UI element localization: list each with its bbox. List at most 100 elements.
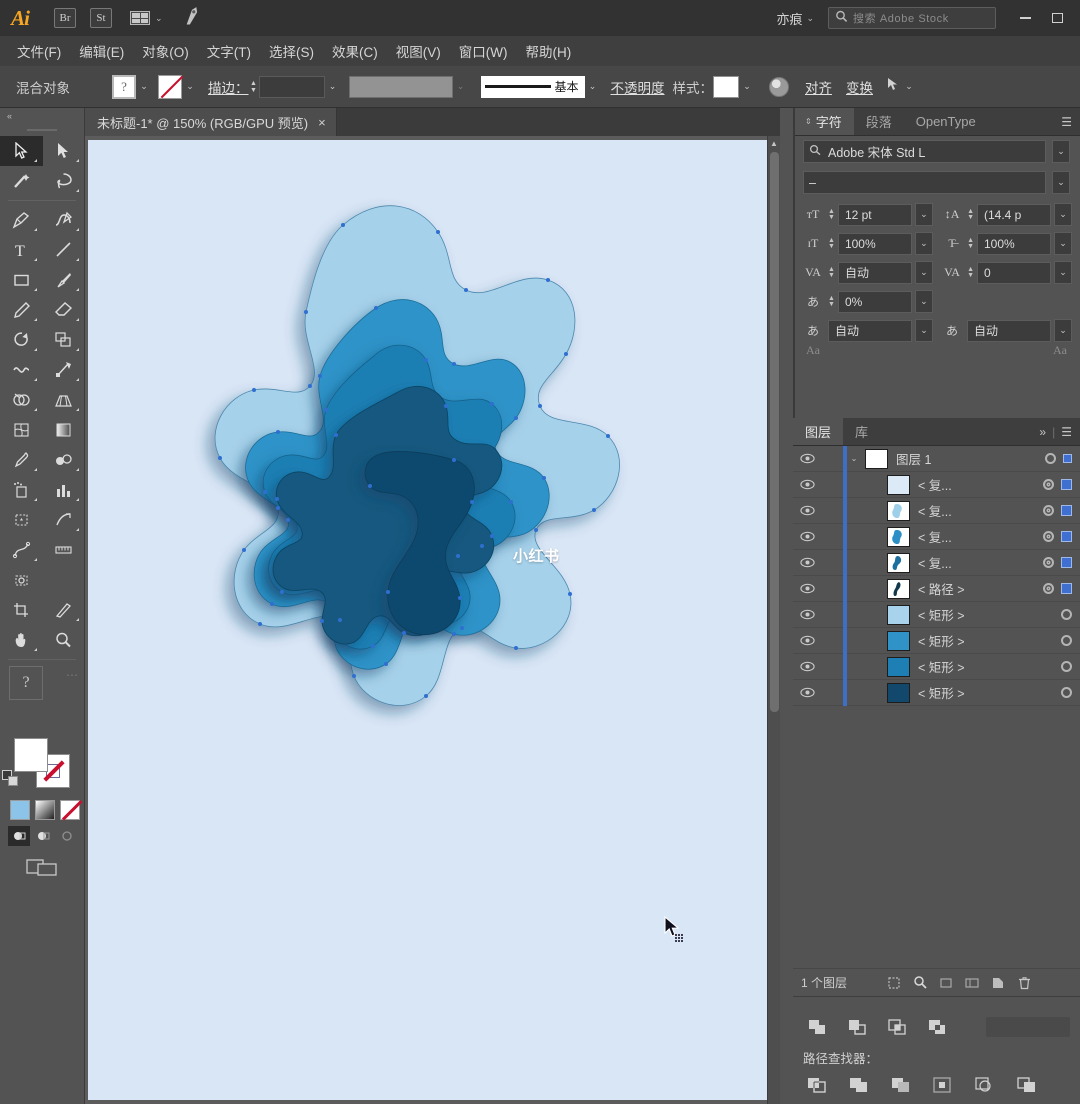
draw-behind-icon[interactable] (32, 826, 54, 846)
layer-row-8[interactable]: < 矩形 > (793, 653, 1080, 680)
mojikumi-field[interactable]: あ 自动 ⌄ (801, 319, 933, 342)
crop-image-tool[interactable] (0, 595, 43, 625)
font-size-value[interactable]: 12 pt (837, 203, 912, 226)
layer-row-0[interactable]: ⌄ 图层 1 (793, 446, 1080, 472)
align-button[interactable]: 对齐 (805, 77, 832, 97)
target-indicator[interactable] (1045, 453, 1056, 464)
visibility-eye-icon[interactable] (793, 557, 821, 568)
toolbar-grip[interactable] (0, 124, 84, 136)
column-graph-tool[interactable] (43, 475, 86, 505)
style-chevron-down-icon[interactable]: ⌄ (739, 76, 755, 98)
font-size-stepper[interactable]: ▲ ▼ (828, 208, 835, 221)
kerning-field[interactable]: VA ▲ ▼ 自动 ⌄ (801, 261, 933, 284)
perspective-grid-tool[interactable] (43, 385, 86, 415)
stock-button[interactable]: St (90, 8, 112, 28)
hand-tool[interactable] (0, 625, 43, 655)
font-style-chevron-down-icon[interactable]: ⌄ (1052, 171, 1070, 194)
kinsoku-chevron-down-icon[interactable]: ⌄ (1054, 319, 1072, 342)
character-panel-menu-icon[interactable]: ☰ (1061, 115, 1072, 129)
target-indicator[interactable] (1043, 505, 1054, 516)
cursor-options-icon[interactable] (885, 76, 901, 97)
layer-row-4[interactable]: < 复... (793, 549, 1080, 576)
crop-button[interactable] (929, 1073, 957, 1097)
layer-rows[interactable]: ⌄ 图层 1 < 复... < 复... < 复... < 复... < 路径 … (793, 446, 1080, 951)
layer-row-1[interactable]: < 复... (793, 471, 1080, 498)
pencil-tool[interactable] (0, 295, 43, 325)
horizontal-scale-value[interactable]: 100% (977, 232, 1051, 255)
variable-width-profile-select[interactable] (348, 75, 453, 98)
layer-name[interactable]: < 矩形 > (918, 657, 965, 676)
kerning-value[interactable]: 自动 (837, 261, 912, 284)
outline-button[interactable] (971, 1073, 999, 1097)
tsume-field[interactable]: あ ▲ ▼ 0% ⌄ (801, 290, 933, 313)
stock-rocket-icon[interactable] (179, 4, 206, 32)
tab-paragraph[interactable]: 段落 (854, 108, 904, 135)
expand-button[interactable] (986, 1017, 1070, 1037)
visibility-eye-icon[interactable] (793, 505, 821, 516)
target-indicator[interactable] (1043, 557, 1054, 568)
exclude-button[interactable] (923, 1015, 951, 1039)
layer-row-7[interactable]: < 矩形 > (793, 627, 1080, 654)
transform-button[interactable]: 变换 (846, 77, 873, 97)
visibility-eye-icon[interactable] (793, 609, 821, 620)
tab-character[interactable]: ⇕ 字符 (793, 108, 854, 135)
menu-type[interactable]: 文字(T) (198, 36, 260, 66)
kinsoku-field[interactable]: あ 自动 ⌄ (940, 319, 1072, 342)
shape-builder-tool[interactable] (0, 385, 43, 415)
vertical-scale-stepper[interactable]: ▲ ▼ (828, 237, 835, 250)
edit-toolbar-icon[interactable]: ⋯ (66, 668, 78, 682)
user-chevron-down-icon[interactable]: ⌄ (806, 13, 814, 24)
minimize-button[interactable] (1010, 5, 1040, 31)
intersect-button[interactable] (883, 1015, 911, 1039)
locate-object-icon[interactable] (907, 970, 933, 996)
layer-name[interactable]: < 复... (918, 527, 952, 546)
canvas-vertical-scrollbar[interactable]: ▲ (767, 136, 780, 1104)
target-indicator[interactable] (1061, 661, 1072, 672)
horizontal-scale-stepper[interactable]: ▲ ▼ (967, 237, 974, 250)
graphic-style-swatch[interactable] (713, 75, 739, 98)
stroke-weight-stepper[interactable]: ▲ ▼ (249, 76, 259, 98)
layer-name[interactable]: < 路径 > (918, 579, 965, 598)
make-sublayer-icon[interactable] (933, 970, 959, 996)
canvas-area[interactable]: 小红书 ▲ (85, 136, 780, 1104)
pen-tool[interactable] (0, 205, 43, 235)
none-swatch-button[interactable] (60, 800, 80, 820)
swap-fill-stroke-icon[interactable] (2, 770, 20, 788)
font-family-chevron-down-icon[interactable]: ⌄ (1052, 140, 1070, 163)
layer-row-9[interactable]: < 矩形 > (793, 679, 1080, 706)
layer-name[interactable]: < 矩形 > (918, 605, 965, 624)
profile-chevron-down-icon[interactable]: ⌄ (453, 76, 469, 98)
brush-definition-select[interactable]: 基本 (480, 75, 585, 98)
draw-inside-icon[interactable] (56, 826, 78, 846)
eraser-tool[interactable] (43, 295, 86, 325)
direct-selection-tool[interactable] (43, 136, 86, 166)
fill-swatch[interactable] (14, 738, 48, 772)
leading-value[interactable]: (14.4 p (977, 203, 1051, 226)
gradient-tool[interactable] (43, 415, 86, 445)
font-size-chevron-down-icon[interactable]: ⌄ (914, 203, 933, 226)
toolbar-collapse-icon[interactable]: « (0, 108, 84, 124)
target-indicator[interactable] (1061, 609, 1072, 620)
target-indicator[interactable] (1043, 583, 1054, 594)
fill-color-swatch[interactable]: ? (112, 74, 136, 99)
twirl-chevron-down-icon[interactable]: ⌄ (847, 454, 861, 463)
menu-window[interactable]: 窗口(W) (450, 36, 517, 66)
free-transform-tool[interactable] (43, 355, 86, 385)
font-family-select[interactable]: Adobe 宋体 Std L (803, 140, 1046, 163)
puppet-warp-tool[interactable] (0, 535, 43, 565)
stroke-weight-input[interactable] (258, 75, 325, 98)
horizontal-scale-chevron-down-icon[interactable]: ⌄ (1054, 232, 1072, 255)
layer-row-6[interactable]: < 矩形 > (793, 601, 1080, 628)
tracking-chevron-down-icon[interactable]: ⌄ (1054, 261, 1072, 284)
visibility-eye-icon[interactable] (793, 479, 821, 490)
tsume-chevron-down-icon[interactable]: ⌄ (914, 290, 933, 313)
stock-search-input[interactable]: 搜索 Adobe Stock (828, 7, 996, 29)
menu-edit[interactable]: 编辑(E) (70, 36, 133, 66)
tab-opentype[interactable]: OpenType (904, 108, 988, 135)
close-icon[interactable]: × (318, 115, 326, 130)
measure-tool[interactable] (43, 535, 86, 565)
menu-view[interactable]: 视图(V) (387, 36, 450, 66)
width-tool[interactable] (0, 355, 43, 385)
lasso-tool[interactable] (43, 166, 86, 196)
menu-object[interactable]: 对象(O) (133, 36, 198, 66)
